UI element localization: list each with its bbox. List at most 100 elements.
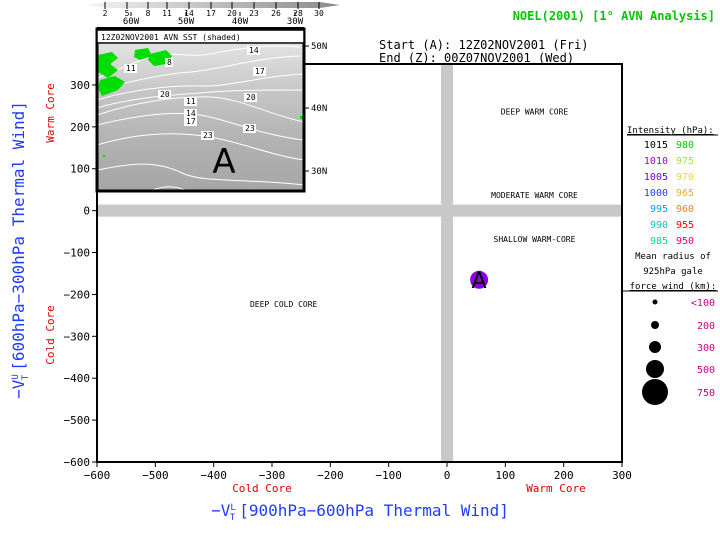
region-label: MODERATE WARM CORE bbox=[491, 191, 578, 200]
x-tick-label: 300 bbox=[612, 469, 632, 482]
x-tick-label: 200 bbox=[554, 469, 574, 482]
radius-legend-item: <100 bbox=[691, 298, 715, 309]
inset-lat-label: 30N bbox=[311, 167, 327, 177]
x-tick-label: −200 bbox=[317, 469, 344, 482]
x-tick-label: −500 bbox=[142, 469, 169, 482]
colorbar-tick-label: 23 bbox=[249, 9, 259, 18]
radius-legend-item: 300 bbox=[697, 343, 715, 354]
intensity-legend-item: 1010 bbox=[644, 156, 668, 167]
colorbar-tick-label: 26 bbox=[271, 9, 281, 18]
x-tick-label: −600 bbox=[84, 469, 111, 482]
inset-lon-label: 40W bbox=[232, 17, 249, 27]
y-tick-label: −400 bbox=[64, 372, 91, 385]
intensity-legend-item: 1015 bbox=[644, 140, 668, 151]
contour-label: 14 bbox=[249, 46, 259, 55]
inset-lat-label: 40N bbox=[311, 104, 327, 114]
x-axis-title: −VL T [900hPa−600hPa Thermal Wind] bbox=[211, 501, 509, 523]
chart-title: NOEL(2001) [1° AVN Analysis] bbox=[513, 9, 715, 23]
y-tick-label: 0 bbox=[83, 205, 90, 218]
radius-legend-marker bbox=[642, 379, 668, 405]
x-tick-label: 100 bbox=[495, 469, 515, 482]
x-cold-core-label: Cold Core bbox=[232, 482, 292, 495]
end-label: End (Z): 00Z07NOV2001 (Wed) bbox=[379, 51, 574, 65]
x-tick-label: −400 bbox=[200, 469, 227, 482]
intensity-legend-item: 960 bbox=[676, 204, 694, 215]
zero-x-band bbox=[441, 64, 453, 462]
x-tick-label: 0 bbox=[444, 469, 451, 482]
contour-label: 11 bbox=[126, 64, 136, 73]
intensity-legend-item: 975 bbox=[676, 156, 694, 167]
region-label: SHALLOW WARM-CORE bbox=[494, 235, 576, 244]
y-warm-core-label: Warm Core bbox=[44, 83, 57, 143]
radius-legend-marker bbox=[646, 360, 664, 378]
inset-lat-label: 50N bbox=[311, 42, 327, 52]
radius-legend-item: 750 bbox=[697, 388, 715, 399]
intensity-legend-item: 1005 bbox=[644, 172, 668, 183]
intensity-legend-item: 995 bbox=[650, 204, 668, 215]
track-point-label: A bbox=[472, 269, 487, 294]
intensity-legend-item: 1000 bbox=[644, 188, 668, 199]
y-tick-label: −200 bbox=[64, 288, 91, 301]
inset-lon-label: 50W bbox=[178, 17, 195, 27]
region-label: DEEP WARM CORE bbox=[501, 107, 569, 116]
y-axis-title: −VUT[600hPa−300hPa Thermal Wind] bbox=[9, 101, 31, 399]
radius-legend-item: 200 bbox=[697, 321, 715, 332]
colorbar-tick-label: 14 bbox=[184, 9, 194, 18]
y-tick-label: 100 bbox=[70, 163, 90, 176]
contour-label: 23 bbox=[245, 124, 255, 133]
svg-text:−VUT[600hPa−300hPa Thermal Win: −VUT[600hPa−300hPa Thermal Wind] bbox=[9, 101, 31, 399]
colorbar-tick-label: 28 bbox=[293, 9, 303, 18]
intensity-legend-item: 955 bbox=[676, 220, 694, 231]
radius-legend-title: 925hPa gale bbox=[643, 267, 703, 277]
colorbar-tick-label: 11 bbox=[162, 9, 172, 18]
inset-storm-marker: A bbox=[212, 142, 235, 182]
y-tick-label: −100 bbox=[64, 247, 91, 260]
radius-legend-marker bbox=[652, 299, 658, 305]
inset-lon-label: 30W bbox=[287, 17, 304, 27]
colorbar-tick-label: 8 bbox=[146, 9, 151, 18]
y-cold-core-label: Cold Core bbox=[44, 305, 57, 365]
sst-colorbar bbox=[85, 2, 340, 8]
x-tick-label: −300 bbox=[259, 469, 286, 482]
y-tick-label: −300 bbox=[64, 330, 91, 343]
radius-legend-item: 500 bbox=[697, 365, 715, 376]
intensity-legend-item: 990 bbox=[650, 220, 668, 231]
contour-label: 17 bbox=[255, 67, 265, 76]
intensity-legend-item: 950 bbox=[676, 236, 694, 247]
start-label: Start (A): 12Z02NOV2001 (Fri) bbox=[379, 38, 589, 52]
contour-label: 17 bbox=[186, 117, 196, 126]
zero-y-band bbox=[97, 204, 622, 217]
y-tick-label: −600 bbox=[64, 456, 91, 469]
sst-inset-map: 14 17 11 14 17 20 20 23 23 11 8 A 12Z02NOV2001 AVN… bbox=[85, 2, 340, 193]
y-tick-label: −500 bbox=[64, 414, 91, 427]
x-tick-label: −100 bbox=[375, 469, 402, 482]
inset-title: 12Z02NOV2001 AVN SST (shaded) bbox=[101, 33, 241, 42]
intensity-legend-item: 970 bbox=[676, 172, 694, 183]
colorbar-tick-label: 2 bbox=[103, 9, 108, 18]
contour-label: 8 bbox=[167, 58, 172, 67]
x-warm-core-label: Warm Core bbox=[526, 482, 586, 495]
legend: Intensity (hPa): 1015 9801010 9751005 97010… bbox=[621, 126, 718, 405]
radius-legend-marker bbox=[651, 321, 659, 329]
region-label: DEEP COLD CORE bbox=[250, 300, 318, 309]
colorbar-tick-label: 17 bbox=[206, 9, 216, 18]
intensity-legend-item: 965 bbox=[676, 188, 694, 199]
cyclone-phase-chart: −600 −500 −400 −300 −200 −100 0 100 200 300 −600−… bbox=[9, 2, 718, 523]
colorbar-tick-label: 5 bbox=[125, 9, 130, 18]
colorbar-tick-label: 20 bbox=[227, 9, 237, 18]
intensity-legend-item: 985 bbox=[650, 236, 668, 247]
contour-label: 11 bbox=[186, 97, 196, 106]
y-tick-label: 300 bbox=[70, 79, 90, 92]
radius-legend-title: Mean radius of bbox=[635, 252, 711, 262]
radius-legend-marker bbox=[649, 341, 661, 353]
inset-lon-label: 60W bbox=[123, 17, 140, 27]
y-axis-ticks: −600 −500 −400 −300 −200 −100 0 100 200 300 bbox=[64, 79, 97, 469]
contour-label: 20 bbox=[160, 90, 170, 99]
track-points: A bbox=[470, 269, 489, 294]
contour-label: 20 bbox=[246, 93, 256, 102]
colorbar-tick-label: 30 bbox=[314, 9, 324, 18]
svg-text:−VLT[900hPa−600hPa Thermal Win: −VL T [900hPa−600hPa Thermal Wind] bbox=[211, 501, 509, 523]
intensity-legend-item: 980 bbox=[676, 140, 694, 151]
y-tick-label: 200 bbox=[70, 121, 90, 134]
x-axis-ticks: −600 −500 −400 −300 −200 −100 0 100 200 300 bbox=[84, 462, 632, 482]
